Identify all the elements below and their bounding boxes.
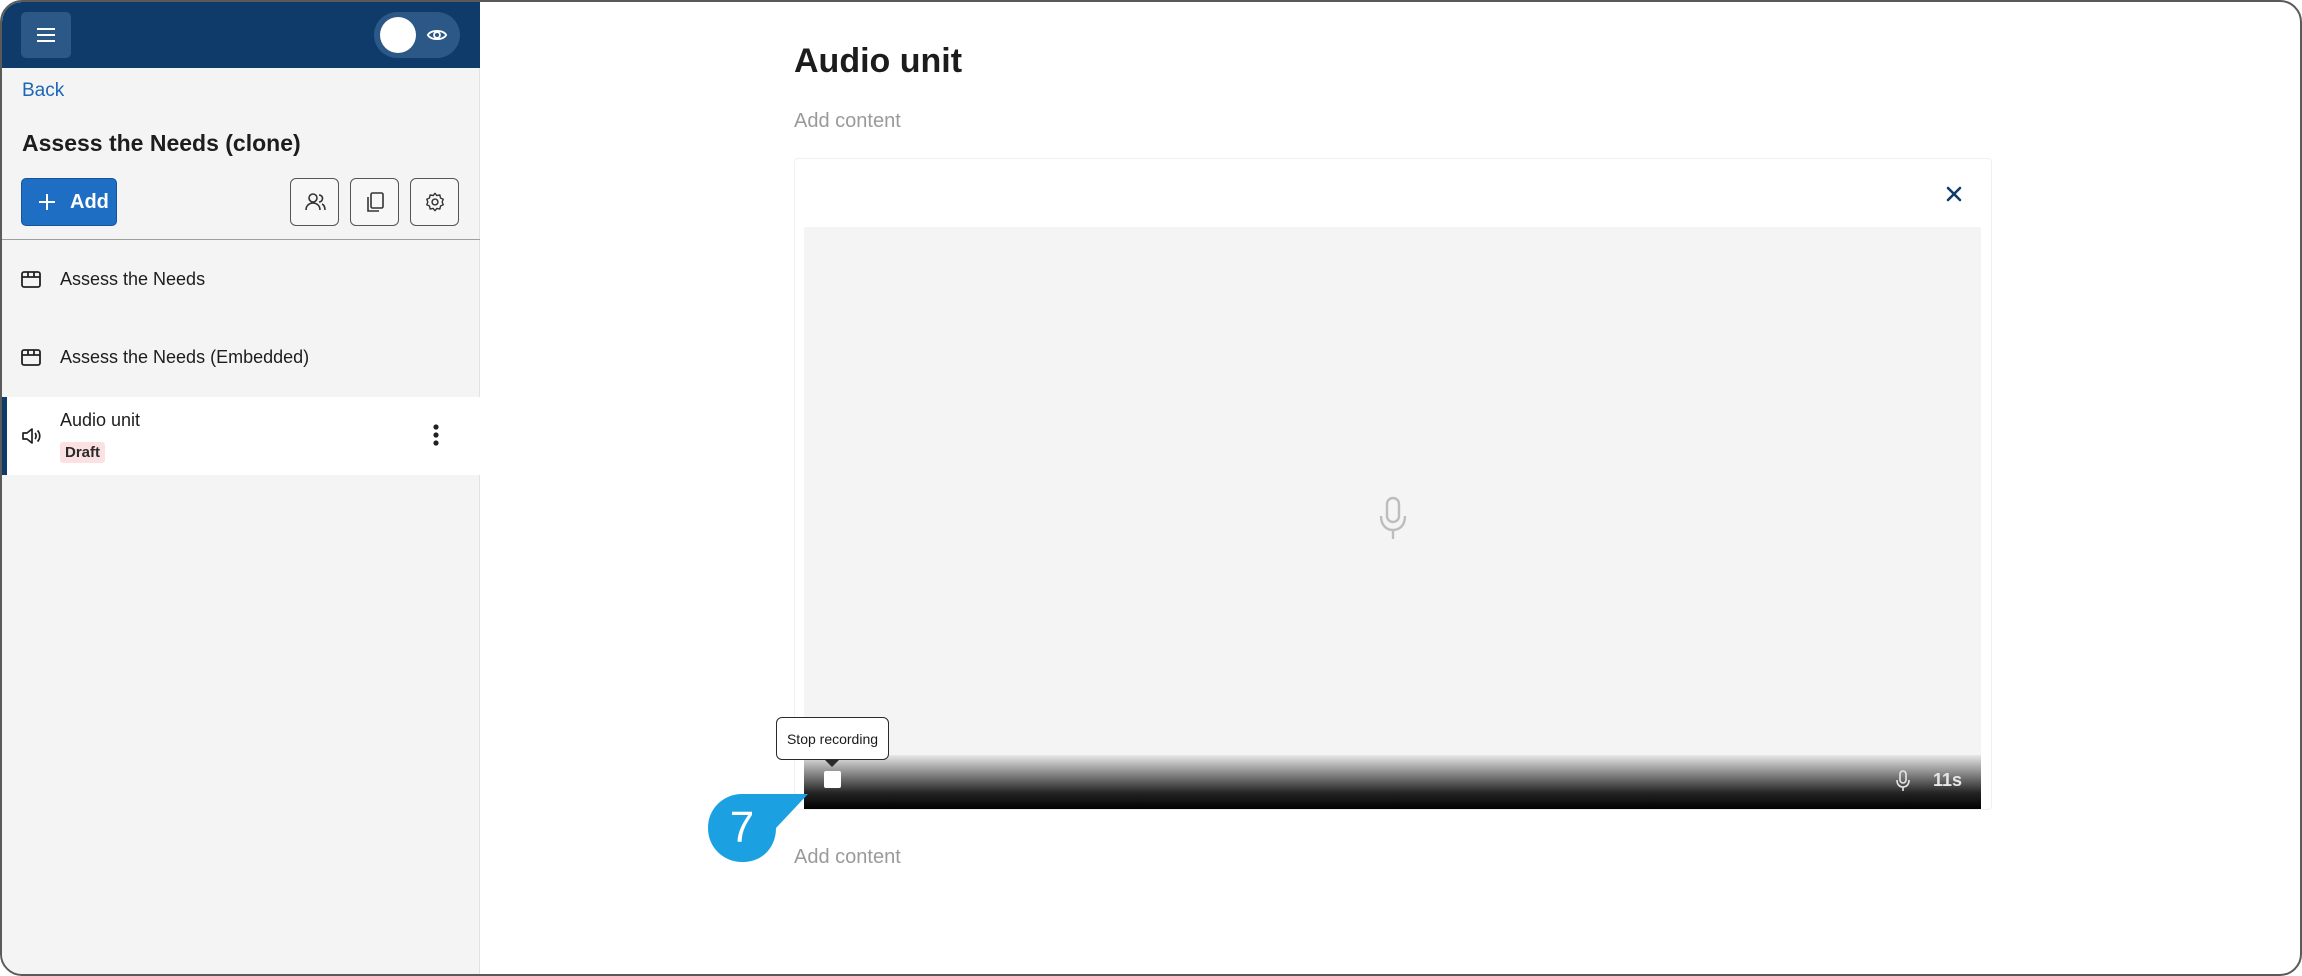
close-icon[interactable] xyxy=(1942,182,1966,206)
stop-recording-button[interactable] xyxy=(824,771,841,788)
active-indicator xyxy=(2,397,7,475)
settings-button[interactable] xyxy=(410,178,459,226)
microphone-icon xyxy=(1896,770,1910,791)
add-button-label: Add xyxy=(70,190,109,213)
sidebar-item-label: Assess the Needs xyxy=(60,269,206,289)
project-title: Assess the Needs (clone) xyxy=(22,130,301,156)
speaker-icon xyxy=(22,428,41,444)
more-vertical-icon[interactable] xyxy=(426,423,446,447)
preview-toggle[interactable] xyxy=(374,12,460,58)
sidebar-item-assess-the-needs[interactable]: Assess the Needs xyxy=(2,264,480,296)
sidebar-item-assess-the-needs-embedded[interactable]: Assess the Needs (Embedded) xyxy=(2,342,480,374)
copy-icon xyxy=(366,192,384,212)
plus-icon xyxy=(39,194,55,210)
add-button[interactable]: Add xyxy=(21,178,117,226)
sidebar-item-label: Audio unit xyxy=(60,410,141,430)
stop-recording-tooltip: Stop recording xyxy=(776,717,889,760)
collaborators-button[interactable] xyxy=(290,178,339,226)
sidebar-divider xyxy=(2,239,480,240)
package-icon xyxy=(21,271,41,288)
users-icon xyxy=(304,193,326,211)
package-icon xyxy=(21,349,41,366)
sidebar: Back Assess the Needs (clone) Add Assess… xyxy=(2,2,480,974)
back-link[interactable]: Back xyxy=(22,80,64,102)
status-badge: Draft xyxy=(60,442,106,463)
sidebar-item-audio-unit[interactable]: Audio unit Draft xyxy=(2,397,480,475)
step-marker: 7 xyxy=(708,794,808,862)
tooltip-arrow xyxy=(824,759,840,767)
microphone-icon xyxy=(1379,496,1407,539)
hamburger-icon xyxy=(37,28,55,42)
recorder-controls xyxy=(804,755,1981,809)
toggle-knob xyxy=(380,17,416,53)
app-window: Back Assess the Needs (clone) Add Assess… xyxy=(0,0,2302,976)
gear-icon xyxy=(425,192,444,212)
sidebar-item-label: Assess the Needs (Embedded) xyxy=(60,347,310,367)
add-content-top[interactable]: Add content xyxy=(794,110,901,133)
page-title: Audio unit xyxy=(794,42,963,80)
step-number: 7 xyxy=(730,803,754,852)
eye-icon xyxy=(426,29,448,41)
recording-timer: 11s xyxy=(1933,770,1963,790)
menu-button[interactable] xyxy=(21,12,71,58)
sidebar-header xyxy=(2,2,480,68)
copy-button[interactable] xyxy=(350,178,399,226)
